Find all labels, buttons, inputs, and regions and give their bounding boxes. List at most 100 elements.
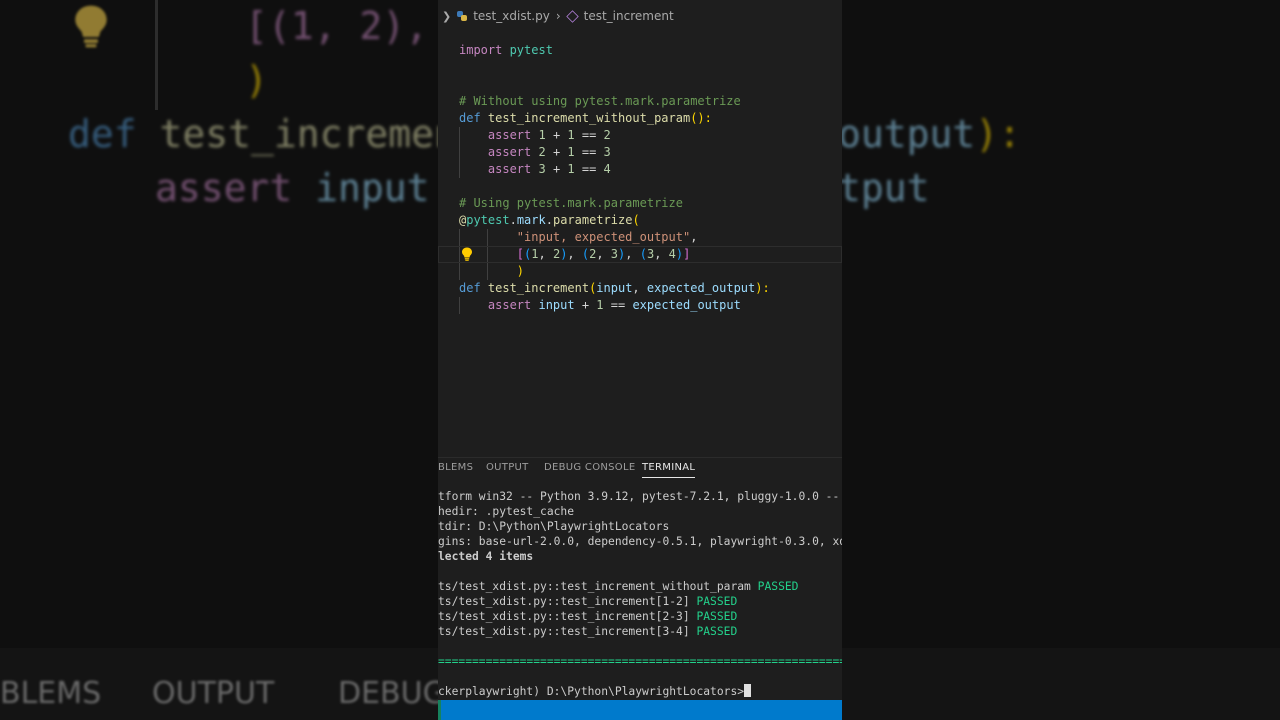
backdrop-code-line: assert input: [155, 166, 430, 210]
code-line[interactable]: [438, 178, 842, 195]
code-token: 3: [603, 145, 611, 159]
tab-output[interactable]: OUTPUT: [486, 462, 529, 473]
code-line[interactable]: "input, expected_output",: [438, 229, 842, 246]
code-token: "input, expected_output": [516, 230, 691, 244]
code-line[interactable]: # Without using pytest.mark.parametrize: [438, 93, 842, 110]
code-line[interactable]: def test_increment(input, expected_outpu…: [438, 280, 842, 297]
code-token: ,: [567, 247, 582, 261]
code-line[interactable]: [438, 59, 842, 76]
terminal-output[interactable]: tform win32 -- Python 3.9.12, pytest-7.2…: [438, 489, 842, 699]
code-token: 1: [538, 128, 546, 142]
tab-problems[interactable]: BLEMS: [438, 462, 473, 473]
backdrop-code-line: [(1, 2),: [245, 4, 438, 48]
code-token: pytest: [466, 213, 510, 227]
test-status: PASSED: [757, 580, 799, 593]
code-token: # Using pytest.mark.parametrize: [459, 196, 683, 210]
code-token: ,: [654, 247, 669, 261]
code-token: ==: [574, 128, 604, 142]
code-token: # Without using pytest.mark.parametrize: [459, 94, 741, 108]
breadcrumb-file[interactable]: test_xdist.py: [473, 9, 550, 23]
code-token: test_increment: [487, 281, 590, 295]
code-token: 1: [531, 247, 539, 261]
backdrop-code-line: def test_incremen: [68, 112, 438, 156]
code-line[interactable]: def test_increment_without_param():: [438, 110, 842, 127]
code-token: (: [632, 213, 640, 227]
test-status: ========================================…: [438, 655, 842, 668]
code-line[interactable]: assert 2 + 1 == 3: [438, 144, 842, 161]
code-line[interactable]: [438, 76, 842, 93]
code-token: pytest: [509, 43, 553, 57]
code-line[interactable]: assert 3 + 1 == 4: [438, 161, 842, 178]
backdrop-left: [(1, 2), ) def test_incremenassert input: [0, 0, 438, 720]
method-icon: [565, 9, 579, 23]
code-token: ,: [596, 247, 611, 261]
backdrop-token: assert: [155, 166, 316, 210]
code-line[interactable]: # Using pytest.mark.parametrize: [438, 195, 842, 212]
terminal-text: ts/test_xdist.py::test_increment_without…: [438, 580, 758, 593]
backdrop-code-line: output):: [842, 112, 1021, 156]
backdrop-tab: OUTPUT: [152, 676, 275, 711]
backdrop-token: tput: [842, 166, 930, 210]
code-token: test_increment_without_param: [487, 111, 691, 125]
code-token: assert: [487, 145, 539, 159]
remote-indicator[interactable]: [438, 700, 441, 720]
terminal-line: tdir: D:\Python\PlaywrightLocators: [438, 519, 842, 534]
backdrop-code-left: [(1, 2), ) def test_incremenassert input: [0, 0, 438, 720]
terminal-cursor: [744, 684, 752, 697]
code-token: ==: [574, 145, 604, 159]
test-status: PASSED: [696, 595, 738, 608]
code-token: 3: [610, 247, 619, 261]
terminal-line: tform win32 -- Python 3.9.12, pytest-7.2…: [438, 489, 842, 504]
code-token: ,: [625, 247, 640, 261]
code-token: .: [509, 213, 517, 227]
vscode-window: ❯ test_xdist.py › test_increment import …: [438, 0, 842, 720]
terminal-text: ts/test_xdist.py::test_increment[1-2]: [438, 595, 697, 608]
code-line[interactable]: assert input + 1 == expected_output: [438, 297, 842, 314]
code-token: input: [538, 298, 575, 312]
code-token: assert: [487, 162, 539, 176]
code-token: ):: [755, 281, 770, 295]
backdrop-token: ): [245, 58, 268, 102]
backdrop-token: def: [68, 112, 160, 156]
code-token: 4: [603, 162, 611, 176]
code-token: +: [545, 162, 568, 176]
code-token: (: [639, 247, 647, 261]
panel-tab-bar: BLEMS OUTPUT DEBUG CONSOLE TERMINAL: [438, 457, 842, 480]
chevron-right-icon[interactable]: ❯: [442, 10, 451, 23]
terminal-text: ckerplaywright) D:\Python\PlaywrightLoca…: [438, 685, 745, 698]
code-line[interactable]: ): [438, 263, 842, 280]
code-token: ():: [690, 111, 712, 125]
code-token: 2: [538, 145, 546, 159]
code-token: ,: [538, 247, 553, 261]
code-token: assert: [487, 128, 539, 142]
code-token: assert: [487, 298, 539, 312]
tab-terminal[interactable]: TERMINAL: [642, 462, 696, 478]
code-line[interactable]: import pytest: [438, 42, 842, 59]
code-line[interactable]: @pytest.mark.parametrize(: [438, 212, 842, 229]
code-token: mark: [516, 213, 546, 227]
terminal-text: tdir: D:\Python\PlaywrightLocators: [438, 520, 670, 533]
backdrop-token: output: [842, 112, 976, 156]
code-line[interactable]: [(1, 2), (2, 3), (3, 4)]: [438, 246, 842, 263]
code-token: 1: [596, 298, 604, 312]
terminal-text: lected 4 items: [438, 550, 534, 563]
backdrop-right: output): tput: [842, 0, 1280, 720]
code-token: ,: [632, 281, 647, 295]
code-line[interactable]: assert 1 + 1 == 2: [438, 127, 842, 144]
tab-debug-console[interactable]: DEBUG CONSOLE: [544, 462, 635, 473]
python-file-icon: [457, 11, 468, 21]
terminal-line: ts/test_xdist.py::test_increment[3-4] PA…: [438, 624, 842, 639]
code-token: input: [596, 281, 633, 295]
terminal-text: ts/test_xdist.py::test_increment[3-4]: [438, 625, 697, 638]
backdrop-tab: BLEMS: [0, 676, 102, 711]
code-editor[interactable]: import pytest # Without using pytest.mark…: [438, 42, 842, 314]
code-token: ==: [574, 162, 604, 176]
code-token: +: [545, 145, 568, 159]
breadcrumb-symbol[interactable]: test_increment: [584, 9, 674, 23]
